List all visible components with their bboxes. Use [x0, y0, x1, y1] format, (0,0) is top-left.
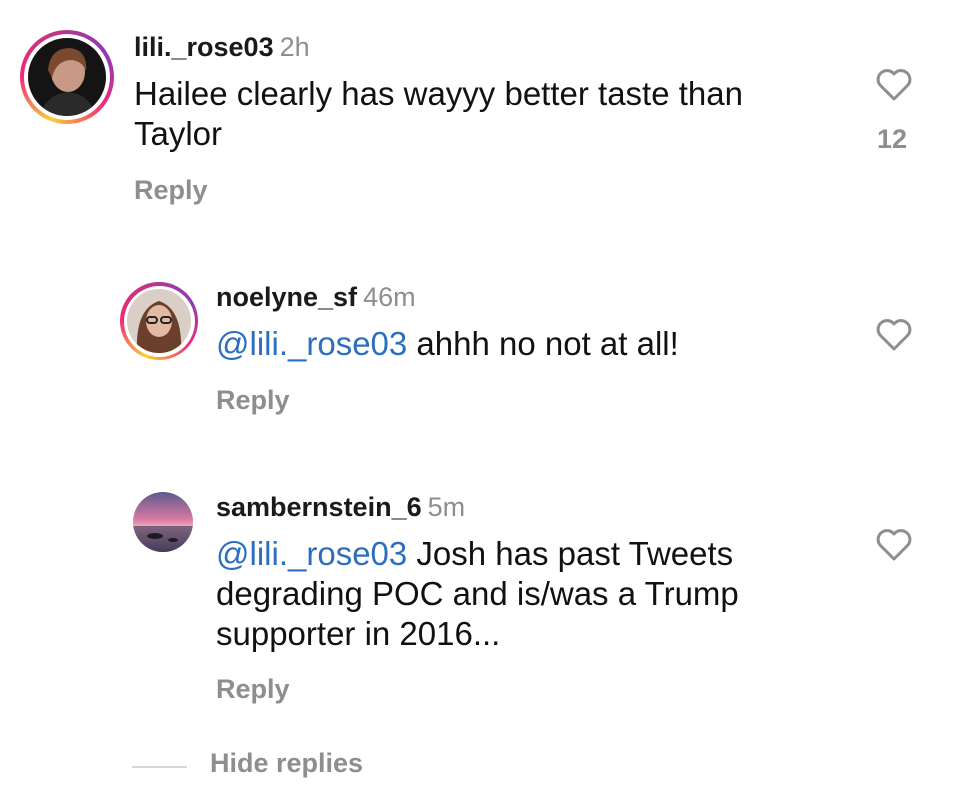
like-count: 12	[876, 124, 908, 154]
timestamp: 46m	[363, 282, 416, 312]
username[interactable]: sambernstein_6	[216, 492, 422, 522]
mention-link[interactable]: @lili._rose03	[216, 325, 407, 362]
timestamp: 5m	[427, 492, 466, 522]
avatar[interactable]	[133, 492, 193, 552]
username[interactable]: lili._rose03	[134, 32, 274, 62]
comment-text: @lili._rose03 Josh has past Tweets degra…	[216, 534, 816, 654]
heart-outline-icon[interactable]	[874, 316, 914, 352]
avatar[interactable]	[120, 282, 198, 360]
divider-line	[132, 766, 187, 768]
comment-body: Hailee clearly has wayyy better taste th…	[134, 75, 743, 152]
reply-button[interactable]: Reply	[134, 175, 208, 206]
comment-text: @lili._rose03 ahhh no not at all!	[216, 324, 836, 364]
mention-link[interactable]: @lili._rose03	[216, 535, 407, 572]
reply-button[interactable]: Reply	[216, 385, 290, 416]
hide-replies-button[interactable]: Hide replies	[210, 748, 363, 779]
avatar-photo	[133, 492, 193, 552]
timestamp: 2h	[279, 32, 310, 62]
avatar-photo	[28, 38, 106, 116]
comment-meta: noelyne_sf 46m	[216, 280, 416, 314]
comment-meta: sambernstein_6 5m	[216, 490, 465, 524]
username[interactable]: noelyne_sf	[216, 282, 357, 312]
reply-button[interactable]: Reply	[216, 674, 290, 705]
heart-outline-icon[interactable]	[874, 526, 914, 562]
heart-outline-icon[interactable]	[874, 66, 914, 102]
comment-meta: lili._rose03 2h	[134, 30, 310, 64]
avatar[interactable]	[20, 30, 114, 124]
avatar-photo	[127, 289, 191, 353]
comment-body: ahhh no not at all!	[416, 325, 679, 362]
comment-text: Hailee clearly has wayyy better taste th…	[134, 74, 834, 154]
